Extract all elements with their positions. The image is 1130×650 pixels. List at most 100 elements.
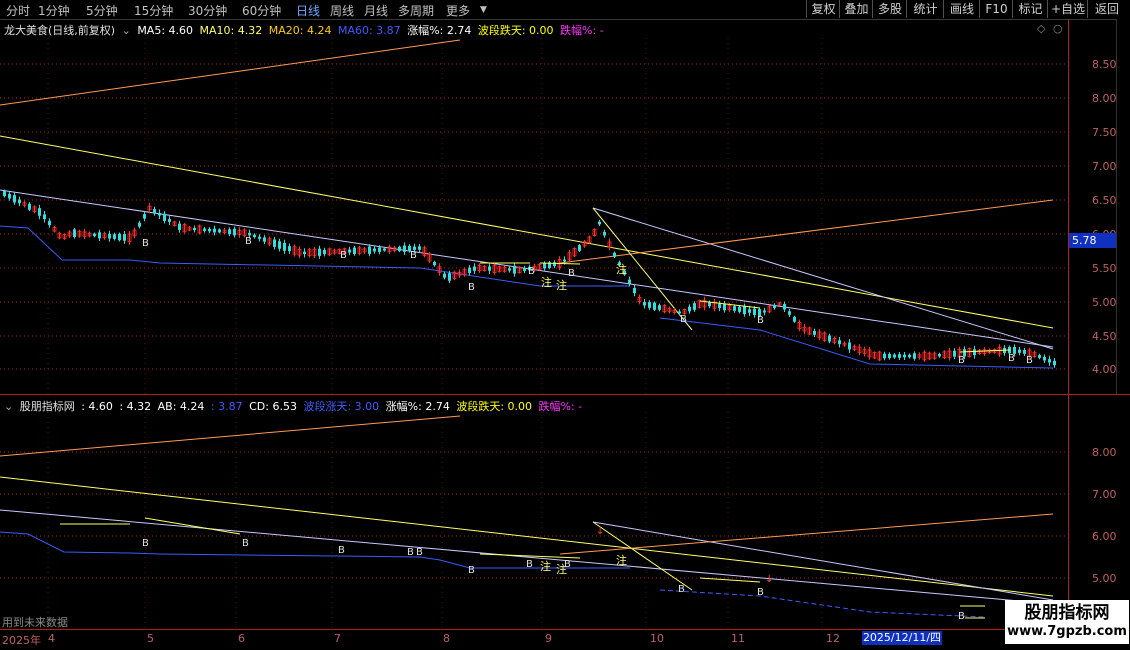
period-tab-1min[interactable]: 1分钟 [38, 2, 70, 19]
period-tab-fenshi[interactable]: 分时 [6, 2, 30, 19]
candle-down [743, 306, 746, 315]
fuquan-button[interactable]: 复权 [806, 0, 840, 18]
x-label-month: 11 [731, 632, 745, 645]
candle-down [718, 303, 721, 309]
candle-down [263, 237, 266, 242]
y-tick-main: 8.00 [1092, 92, 1117, 105]
b-signal-marker: B [678, 584, 685, 595]
legend-drop-pct: 跌幅%: - [560, 24, 604, 37]
b-signal-marker: B [757, 315, 764, 326]
candle-down [1053, 360, 1056, 366]
period-tab-60min[interactable]: 60分钟 [242, 2, 281, 19]
candle-down [318, 248, 321, 256]
candle-down [163, 213, 166, 221]
candle-down [938, 354, 941, 357]
watermark-url: www.7gpzb.com [1007, 624, 1127, 639]
legend-change-pct: 涨幅%: 2.74 [407, 24, 472, 37]
y-tick-sub: 6.00 [1092, 530, 1117, 543]
candle-down [323, 249, 326, 255]
x-label-month: 7 [334, 632, 341, 645]
b-signal-marker: B [958, 611, 965, 622]
candle-down [1018, 349, 1021, 353]
x-label-month: 12 [826, 632, 840, 645]
period-toolbar: 分时 1分钟 5分钟 15分钟 30分钟 60分钟 日线 周线 月线 多周期 更… [0, 0, 1130, 20]
y-tick-main: 7.50 [1092, 126, 1117, 139]
sub-trend-lavender-2 [592, 521, 1054, 601]
candle-down [448, 273, 451, 281]
period-tab-5min[interactable]: 5分钟 [86, 2, 118, 19]
candle-down [763, 310, 766, 313]
main-kline-chart[interactable]: B BB BBB BB BB B B注 注注 [0, 38, 1068, 394]
candle-down [158, 212, 161, 216]
indicator-chart[interactable]: B BB B BBB BB BB注 注注↓↓ [0, 412, 1068, 628]
candle-down [213, 228, 216, 233]
current-price-tag: 5.78 [1069, 233, 1118, 248]
mark-button[interactable]: 标记 [1012, 0, 1048, 18]
candle-down [788, 311, 791, 315]
b-signal-marker: B [407, 547, 414, 558]
attention-marker: 注 [616, 553, 627, 567]
b-signal-marker: B [142, 538, 149, 549]
draw-line-button[interactable]: 画线 [943, 0, 980, 18]
candle-down [98, 232, 101, 239]
stock-title[interactable]: 龙大美食(日线,前复权) [4, 24, 115, 37]
candle-down [203, 228, 206, 231]
candle-down [368, 246, 371, 254]
candle-down [693, 303, 696, 310]
candle-down [153, 209, 156, 214]
back-button[interactable]: 返回 [1087, 0, 1126, 18]
candle-down [598, 221, 601, 225]
candle-down [888, 353, 891, 359]
candle-down [348, 249, 351, 253]
candle-down [233, 228, 236, 236]
candle-down [248, 232, 251, 236]
attention-marker: 注 [556, 562, 567, 576]
b-signal-marker: B [340, 250, 347, 261]
cursor-date-tag: 2025/12/11/四 [862, 631, 942, 645]
candle-down [208, 228, 211, 232]
candle-down [283, 242, 286, 251]
y-tick-main: 4.50 [1092, 330, 1117, 343]
diamond-icon[interactable]: ◇ [1037, 22, 1045, 35]
b-signal-marker: B [468, 282, 475, 293]
period-tab-monthly[interactable]: 月线 [364, 2, 388, 19]
b-signal-marker: B [468, 565, 475, 576]
attention-marker: 注 [556, 278, 567, 292]
b-signal-marker: B [680, 314, 687, 325]
statistics-button[interactable]: 统计 [906, 0, 944, 18]
candle-down [913, 353, 916, 359]
candle-down [883, 353, 886, 359]
legend-toggle-icon[interactable]: ⌄ [122, 24, 131, 37]
period-tab-15min[interactable]: 15分钟 [134, 2, 173, 19]
main-panel-legend: 龙大美食(日线,前复权) ⌄ MA5: 4.60 MA10: 4.32 MA20… [4, 22, 607, 38]
period-tab-daily[interactable]: 日线 [296, 2, 320, 19]
candle-down [168, 219, 171, 222]
y-tick-sub: 8.00 [1092, 446, 1117, 459]
period-tab-weekly[interactable]: 周线 [330, 2, 354, 19]
overlay-button[interactable]: 叠加 [839, 0, 873, 18]
candle-down [253, 234, 256, 238]
add-watchlist-button[interactable]: +自选 [1047, 0, 1088, 18]
legend-ma10: MA10: 4.32 [199, 24, 263, 37]
candle-down [3, 190, 6, 197]
candle-down [543, 263, 546, 269]
down-arrow-icon: ↓ [765, 574, 773, 585]
period-tab-more[interactable]: 更多 [446, 2, 470, 19]
candle-down [143, 214, 146, 219]
trend-line-yellow-drop [592, 207, 693, 331]
multi-stock-button[interactable]: 多股 [872, 0, 907, 18]
period-tab-multi[interactable]: 多周期 [398, 2, 434, 19]
candle-down [113, 234, 116, 239]
circle-icon[interactable]: ○ [1053, 22, 1063, 35]
b-signal-marker: B [757, 587, 764, 598]
candle-down [613, 252, 616, 257]
f10-button[interactable]: F10 [979, 0, 1013, 18]
candle-down [898, 354, 901, 358]
y-tick-main: 6.50 [1092, 194, 1117, 207]
period-tab-30min[interactable]: 30分钟 [188, 2, 227, 19]
more-dropdown-icon[interactable]: ▼ [480, 5, 487, 15]
x-label-month: 6 [238, 632, 245, 645]
x-label-month: 4 [48, 632, 55, 645]
candle-down [433, 261, 436, 266]
y-tick-main: 5.50 [1092, 262, 1117, 275]
